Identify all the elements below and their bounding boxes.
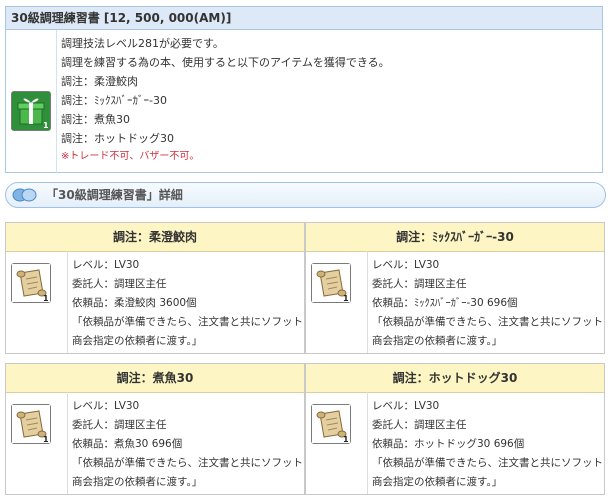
card-client: 委託人：調理区主任: [372, 278, 467, 290]
card-icon-column: 1: [6, 251, 68, 353]
card-title: 調注：煮魚30: [6, 364, 304, 393]
card-info: レベル：LV30 委託人：調理区主任 依頼品：柔澄鮫肉 3600個 「依頼品が準…: [72, 256, 303, 351]
card-required-item: 依頼品：ﾐｯｸｽﾊﾞｰｶﾞｰ-30 696個: [372, 297, 518, 309]
card-icon-column: 1: [306, 251, 368, 353]
scroll-icon[interactable]: 1: [311, 263, 351, 303]
gift-box-icon[interactable]: 1: [11, 91, 51, 131]
item-icon-column: 1: [6, 30, 57, 173]
card-quantity: 1: [43, 294, 49, 302]
item-quantity: 1: [43, 121, 49, 130]
card-description: 商会指定の依頼者に渡す。」: [72, 335, 203, 347]
card-icon-column: 1: [306, 392, 368, 494]
item-line: 調理技法レベル281が必要です。: [61, 37, 224, 50]
card-quantity: 1: [343, 435, 349, 443]
card-description: 「依頼品が準備できたら、注文書と共にソフット: [72, 316, 303, 328]
item-title: 30級調理練習書 [12, 500, 000(AM)]: [6, 7, 602, 30]
card-icon-column: 1: [6, 392, 68, 494]
card-quantity: 1: [43, 435, 49, 443]
card-required-item: 依頼品：柔澄鮫肉 3600個: [72, 297, 197, 309]
recipe-card: 調注：煮魚30 1 レベル：LV30 委託人：調理区主任 依頼品：煮魚30 69…: [5, 363, 305, 495]
recipe-card: 調注：柔澄鮫肉 1 レベル：LV30 委託人：調理区主任 依頼品：柔澄鮫肉 36…: [5, 222, 305, 354]
card-description: 商会指定の依頼者に渡す。」: [372, 335, 503, 347]
item-line: 調注：ホットドッグ30: [61, 132, 174, 145]
item-line: 調注：煮魚30: [61, 113, 130, 126]
section-title: 「30級調理練習書」詳細: [46, 188, 183, 202]
recipe-card: 調注：ﾐｯｸｽﾊﾞｰｶﾞｰ-30 1 レベル：LV30 委託人：調理区主任 依頼…: [305, 222, 605, 354]
card-description: 「依頼品が準備できたら、注文書と共にソフット: [372, 457, 603, 469]
card-description: 「依頼品が準備できたら、注文書と共にソフット: [372, 316, 603, 328]
card-quantity: 1: [343, 294, 349, 302]
card-description: 商会指定の依頼者に渡す。」: [72, 476, 203, 488]
scroll-icon[interactable]: 1: [11, 404, 51, 444]
card-client: 委託人：調理区主任: [372, 419, 467, 431]
card-level: レベル：LV30: [72, 259, 140, 271]
card-info: レベル：LV30 委託人：調理区主任 依頼品：ﾐｯｸｽﾊﾞｰｶﾞｰ-30 696…: [372, 256, 603, 351]
recipe-card: 調注：ホットドッグ30 1 レベル：LV30 委託人：調理区主任 依頼品：ホット…: [305, 363, 605, 495]
section-header: 「30級調理練習書」詳細: [5, 182, 606, 208]
card-required-item: 依頼品：ホットドッグ30 696個: [372, 438, 525, 450]
item-restriction-note: ※トレード不可、バザー不可。: [61, 151, 200, 162]
scroll-icon[interactable]: 1: [11, 263, 51, 303]
item-box: 30級調理練習書 [12, 500, 000(AM)] 1 調理技法レベル281…: [5, 6, 603, 173]
item-body: 1 調理技法レベル281が必要です。 調理を練習する為の本、使用すると以下のアイ…: [6, 30, 602, 173]
item-line: 調理を練習する為の本、使用すると以下のアイテムを獲得できる。: [61, 56, 390, 69]
card-description: 商会指定の依頼者に渡す。」: [372, 476, 503, 488]
card-info: レベル：LV30 委託人：調理区主任 依頼品：ホットドッグ30 696個 「依頼…: [372, 397, 603, 492]
card-title: 調注：ホットドッグ30: [306, 364, 604, 393]
scroll-icon[interactable]: 1: [311, 404, 351, 444]
card-client: 委託人：調理区主任: [72, 278, 167, 290]
card-info: レベル：LV30 委託人：調理区主任 依頼品：煮魚30 696個 「依頼品が準備…: [72, 397, 303, 492]
card-level: レベル：LV30: [72, 400, 140, 412]
card-required-item: 依頼品：煮魚30 696個: [72, 438, 183, 450]
card-level: レベル：LV30: [372, 400, 440, 412]
card-client: 委託人：調理区主任: [72, 419, 167, 431]
card-description: 「依頼品が準備できたら、注文書と共にソフット: [72, 457, 303, 469]
card-title: 調注：ﾐｯｸｽﾊﾞｰｶﾞｰ-30: [306, 223, 604, 252]
card-title: 調注：柔澄鮫肉: [6, 223, 304, 252]
card-level: レベル：LV30: [372, 259, 440, 271]
item-line: 調注：ﾐｯｸｽﾊﾞｰｶﾞｰ-30: [61, 94, 167, 107]
speech-bubbles-icon: [12, 187, 38, 206]
item-line: 調注：柔澄鮫肉: [61, 75, 138, 88]
item-description: 調理技法レベル281が必要です。 調理を練習する為の本、使用すると以下のアイテム…: [61, 34, 390, 165]
